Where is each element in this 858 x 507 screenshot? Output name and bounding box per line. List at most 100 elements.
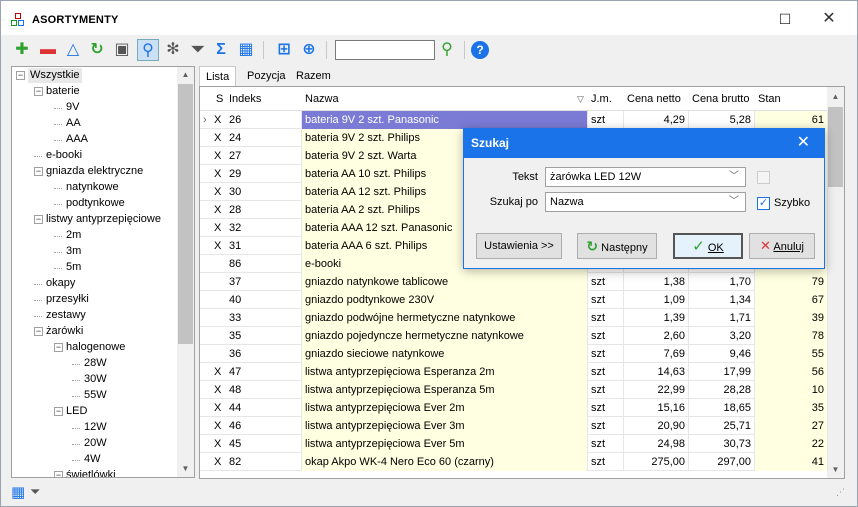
table-row[interactable]: X 47 listwa antyprzepięciowa Esperanza 2m s… xyxy=(200,363,828,381)
tree-expand-toggle[interactable]: − xyxy=(54,407,63,416)
tree-expand-toggle[interactable]: − xyxy=(34,327,43,336)
table-cell: okap Akpo WK-4 Nero Eco 60 (czarny) xyxy=(302,453,588,471)
print-icon[interactable]: ▣ xyxy=(111,39,133,61)
remove-icon[interactable]: ▬ xyxy=(37,39,59,61)
table-row[interactable]: 33 gniazdo podwójne hermetyczne natynkowe… xyxy=(200,309,828,327)
tree-item[interactable]: 28W xyxy=(84,356,107,371)
settings-icon[interactable]: ✻ xyxy=(162,39,184,61)
table-row[interactable]: 40 gniazdo podtynkowe 230V szt 1,09 1,34 67 xyxy=(200,291,828,309)
next-button[interactable]: ↻ Następny xyxy=(577,233,657,259)
table-cell: X xyxy=(214,366,222,378)
fast-checkbox[interactable]: ✓ xyxy=(757,197,770,210)
tree-item[interactable]: 3m xyxy=(66,244,81,259)
col-header-cena-brutto[interactable]: Cena brutto xyxy=(689,87,749,111)
tree-item[interactable]: halogenowe xyxy=(66,340,125,355)
find-icon[interactable]: ⚲ xyxy=(436,39,458,61)
col-header-cena-netto[interactable]: Cena netto xyxy=(624,87,681,111)
dialog-close-icon[interactable]: ✕ xyxy=(797,134,810,152)
tree-item[interactable]: 9V xyxy=(66,100,79,115)
tree-item[interactable]: 20W xyxy=(84,436,107,451)
col-header-stan[interactable]: Stan xyxy=(755,87,781,111)
tree-expand-toggle[interactable]: − xyxy=(34,215,43,224)
tree-item[interactable]: LED xyxy=(66,404,87,419)
table-row[interactable]: X 46 listwa antyprzepięciowa Ever 3m szt 20,… xyxy=(200,417,828,435)
sum-icon[interactable]: Σ xyxy=(210,39,232,61)
table-row[interactable]: X 44 listwa antyprzepięciowa Ever 2m szt 15,… xyxy=(200,399,828,417)
filter-icon[interactable]: ⏷ xyxy=(30,484,40,500)
tree-item[interactable]: 12W xyxy=(84,420,107,435)
tree-item[interactable]: Wszystkie xyxy=(28,68,82,83)
tree-expand-toggle[interactable]: − xyxy=(34,87,43,96)
filter-icon[interactable]: ⏷ xyxy=(187,39,209,61)
tree-item[interactable]: świetlówki xyxy=(66,468,116,477)
tab-razem[interactable]: Razem xyxy=(290,66,337,86)
grid-scrollbar[interactable]: ▲ ▼ xyxy=(827,87,844,478)
tree-item[interactable]: 55W xyxy=(84,388,107,403)
columns-icon[interactable]: ▦ xyxy=(235,39,257,61)
scroll-up-icon[interactable]: ▲ xyxy=(827,89,844,105)
search-dialog: Szukaj ✕ Tekst żarówka LED 12W ﹀ Szukaj … xyxy=(463,128,825,269)
tree-expand-toggle[interactable]: − xyxy=(54,343,63,352)
scroll-down-icon[interactable]: ▼ xyxy=(177,461,194,477)
web-icon[interactable]: ⊕ xyxy=(298,39,320,61)
quick-search-input[interactable] xyxy=(335,40,435,60)
table-row[interactable]: 35 gniazdo pojedyncze hermetyczne natynko… xyxy=(200,327,828,345)
table-row[interactable]: X 82 okap Akpo WK-4 Nero Eco 60 (czarny) sz… xyxy=(200,453,828,471)
tree-item[interactable]: okapy xyxy=(46,276,75,291)
table-row[interactable]: 37 gniazdo natynkowe tablicowe szt 1,38 1,70… xyxy=(200,273,828,291)
col-header-nazwa[interactable]: Nazwa xyxy=(302,87,339,111)
chevron-down-icon[interactable]: ﹀ xyxy=(729,168,739,186)
tree-item[interactable]: 4W xyxy=(84,452,101,467)
export-icon[interactable]: ⊞ xyxy=(273,39,295,61)
tree-connector xyxy=(72,428,80,429)
tree-item[interactable]: gniazda elektryczne xyxy=(46,164,143,179)
table-cell: 24 xyxy=(226,129,302,147)
text-combo[interactable]: żarówka LED 12W ﹀ xyxy=(545,167,746,187)
table-row[interactable]: X 45 listwa antyprzepięciowa Ever 5m szt 24,… xyxy=(200,435,828,453)
refresh-icon[interactable]: ↻ xyxy=(86,39,108,61)
tree-item[interactable]: AAA xyxy=(66,132,88,147)
scroll-up-icon[interactable]: ▲ xyxy=(177,67,194,83)
help-icon[interactable]: ? xyxy=(471,41,489,59)
close-icon[interactable]: ✕ xyxy=(819,9,839,29)
settings-button[interactable]: Ustawienia >> xyxy=(476,233,562,259)
add-icon[interactable]: ✚ xyxy=(11,39,33,61)
resize-grip-icon[interactable]: ⋰ xyxy=(836,487,845,498)
searchby-combo[interactable]: Nazwa ﹀ xyxy=(545,192,746,212)
tree-item[interactable]: przesyłki xyxy=(46,292,89,307)
tree-item[interactable]: żarówki xyxy=(46,324,83,339)
col-header-indeks[interactable]: Indeks xyxy=(226,87,261,111)
tab-lista[interactable]: Lista xyxy=(199,66,237,86)
table-row[interactable]: 36 gniazdo sieciowe natynkowe szt 7,69 9,46 5… xyxy=(200,345,828,363)
tree-item[interactable]: zestawy xyxy=(46,308,86,323)
chevron-down-icon[interactable]: ﹀ xyxy=(729,193,739,211)
grid-view-icon[interactable]: ▦ xyxy=(11,483,25,501)
col-header-s[interactable]: S xyxy=(213,87,223,111)
scrollbar-thumb[interactable] xyxy=(828,107,843,187)
tree-item[interactable]: e-booki xyxy=(46,148,82,163)
cancel-button[interactable]: ✕ Anuluj xyxy=(749,233,815,259)
tree-item[interactable]: podtynkowe xyxy=(66,196,125,211)
search-icon[interactable]: ⚲ xyxy=(137,39,159,61)
table-row[interactable]: › X 26 bateria 9V 2 szt. Panasonic szt 4,29 5,… xyxy=(200,111,828,129)
tree-item[interactable]: listwy antyprzepięciowe xyxy=(46,212,161,227)
tree-item[interactable]: 30W xyxy=(84,372,107,387)
tree-item[interactable]: 2m xyxy=(66,228,81,243)
tree-item[interactable]: 5m xyxy=(66,260,81,275)
ok-button[interactable]: ✓ OK xyxy=(673,233,743,259)
minimize-icon[interactable]: ☐ xyxy=(775,9,795,29)
tree-expand-toggle[interactable]: − xyxy=(16,71,25,80)
tree-item[interactable]: baterie xyxy=(46,84,80,99)
scroll-down-icon[interactable]: ▼ xyxy=(827,462,844,478)
col-header-jm[interactable]: J.m. xyxy=(588,87,612,111)
tree-item[interactable]: AA xyxy=(66,116,81,131)
scrollbar-thumb[interactable] xyxy=(178,84,193,344)
table-row[interactable]: X 48 listwa antyprzepięciowa Esperanza 5m s… xyxy=(200,381,828,399)
tree-item[interactable]: natynkowe xyxy=(66,180,119,195)
tree-expand-toggle[interactable]: − xyxy=(34,167,43,176)
tree-scrollbar[interactable]: ▲ ▼ xyxy=(177,67,194,477)
filter-triangle-icon[interactable]: △ xyxy=(62,39,84,61)
table-cell: gniazdo podtynkowe 230V xyxy=(302,291,588,309)
tab-pozycja[interactable]: Pozycja xyxy=(241,66,292,86)
tree-expand-toggle[interactable]: − xyxy=(54,471,63,477)
